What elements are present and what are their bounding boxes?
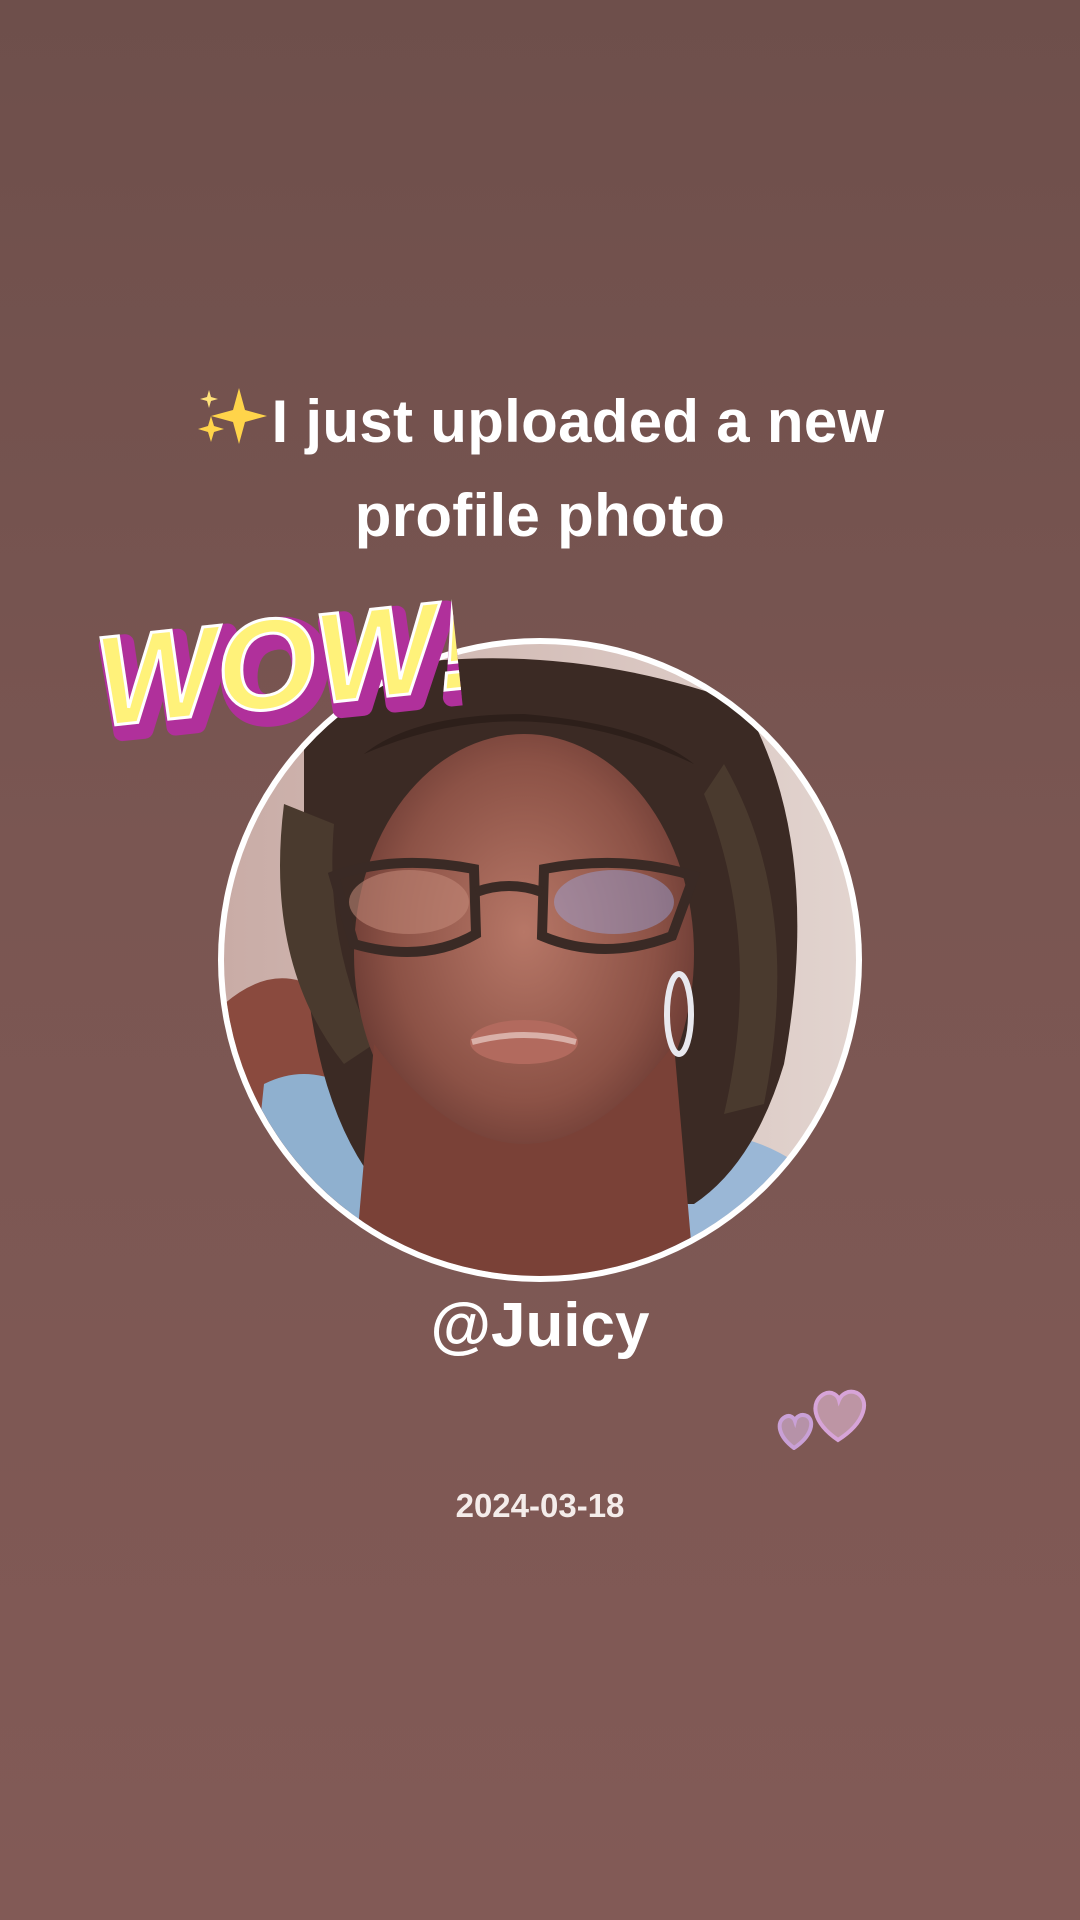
headline: I just uploaded a new profile photo xyxy=(120,375,960,563)
post-date: 2024-03-18 xyxy=(455,1487,625,1524)
headline-text: I just uploaded a new profile photo xyxy=(271,388,885,549)
username: @Juicy xyxy=(430,1291,650,1360)
hearts-icon xyxy=(777,1389,867,1450)
sparkles-icon xyxy=(198,388,268,444)
wow-sticker: WOW! WOW! xyxy=(87,570,468,770)
